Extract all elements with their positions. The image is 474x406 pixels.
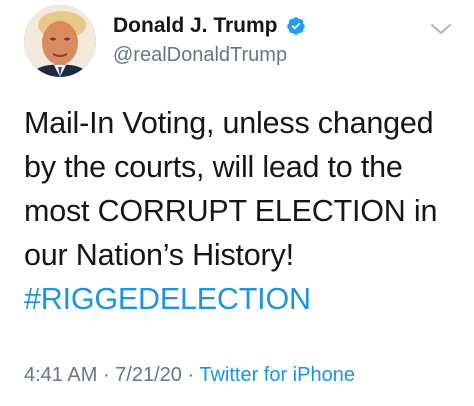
profile-photo-icon — [24, 5, 96, 77]
tweet-card: Donald J. Trump @realDonaldTrump Mail-In… — [0, 0, 474, 406]
hashtag-link[interactable]: #RIGGEDELECTION — [24, 277, 464, 321]
verified-badge-icon — [287, 17, 305, 35]
tweet-source-link[interactable]: Twitter for iPhone — [199, 364, 355, 386]
tweet-text-line: our Nation’s History! — [24, 238, 294, 272]
avatar[interactable] — [24, 5, 96, 77]
display-name[interactable]: Donald J. Trump — [113, 14, 278, 38]
tweet-meta: 4:41 AM · 7/21/20 · Twitter for iPhone — [24, 364, 355, 387]
handle[interactable]: @realDonaldTrump — [113, 44, 287, 67]
chevron-down-icon[interactable] — [430, 22, 452, 36]
tweet-text-line: by the courts, will lead to the — [24, 150, 403, 184]
meta-separator: · — [181, 364, 200, 386]
meta-separator: · — [97, 364, 116, 386]
tweet-text-line: most CORRUPT ELECTION in — [24, 194, 438, 228]
tweet-text: Mail-In Voting, unless changed by the co… — [24, 101, 464, 321]
tweet-time[interactable]: 4:41 AM — [24, 364, 97, 386]
tweet-text-line: Mail-In Voting, unless changed — [24, 106, 434, 140]
tweet-date[interactable]: 7/21/20 — [115, 364, 182, 386]
